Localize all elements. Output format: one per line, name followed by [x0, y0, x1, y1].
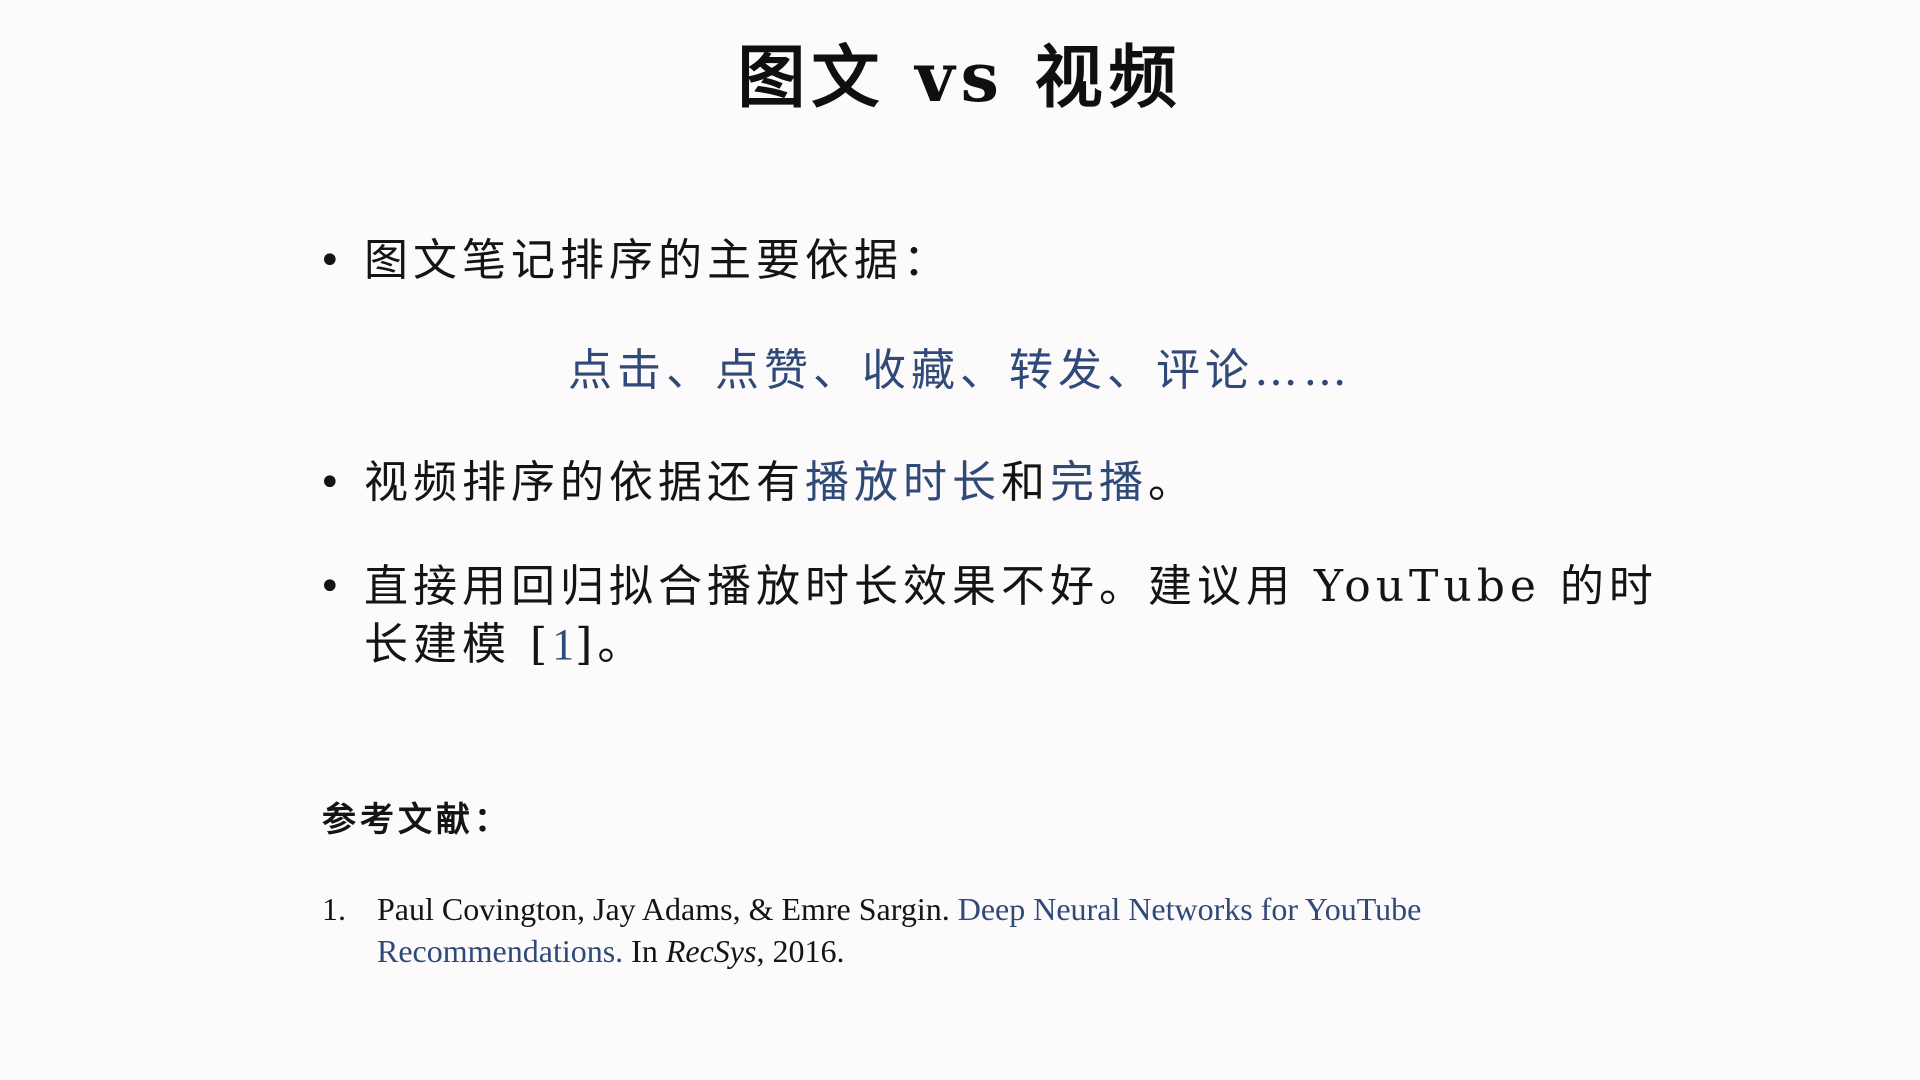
slide-title: 图文 vs 视频	[737, 38, 1183, 118]
reference-item: 1. Paul Covington, Jay Adams, & Emre Sar…	[322, 888, 1622, 972]
reference-authors: Paul Covington, Jay Adams, & Emre Sargin…	[377, 891, 958, 927]
bullet-text-mid: 和	[1001, 457, 1050, 508]
bullet-video-ranking: • 视频排序的依据还有播放时长和完播。	[318, 454, 1664, 512]
reference-venue: RecSys	[665, 933, 757, 969]
bullet-text: 图文笔记排序的主要依据：	[364, 235, 952, 286]
bullet-dot: •	[318, 460, 347, 506]
bullet-dot: •	[318, 238, 347, 284]
slide: 图文 vs 视频 点击、点赞、收藏、转发、评论…… • 图文笔记排序的主要依据：…	[0, 0, 1920, 1080]
reference-year: , 2016.	[756, 933, 845, 969]
highlight-completion: 完播	[1050, 457, 1148, 508]
engagement-signals: 点击、点赞、收藏、转发、评论……	[568, 345, 1352, 396]
references-heading: 参考文献：	[322, 800, 512, 840]
reference-number: 1.	[322, 891, 346, 927]
bullet-text-suffix: 。	[1148, 457, 1197, 508]
highlight-watch-time: 播放时长	[805, 457, 1001, 508]
bullet-text-prefix: 视频排序的依据还有	[364, 457, 805, 508]
bullet-image-text-ranking: • 图文笔记排序的主要依据：	[318, 232, 1664, 290]
citation-link[interactable]: 1	[552, 620, 575, 669]
bullet-dot: •	[318, 564, 347, 610]
reference-list: 1. Paul Covington, Jay Adams, & Emre Sar…	[322, 888, 1622, 972]
reference-in: In	[623, 933, 666, 969]
bullet-text-suffix: ]。	[575, 619, 647, 670]
bullet-duration-modeling: • 直接用回归拟合播放时长效果不好。建议用 YouTube 的时长建模 [1]。	[318, 558, 1664, 674]
